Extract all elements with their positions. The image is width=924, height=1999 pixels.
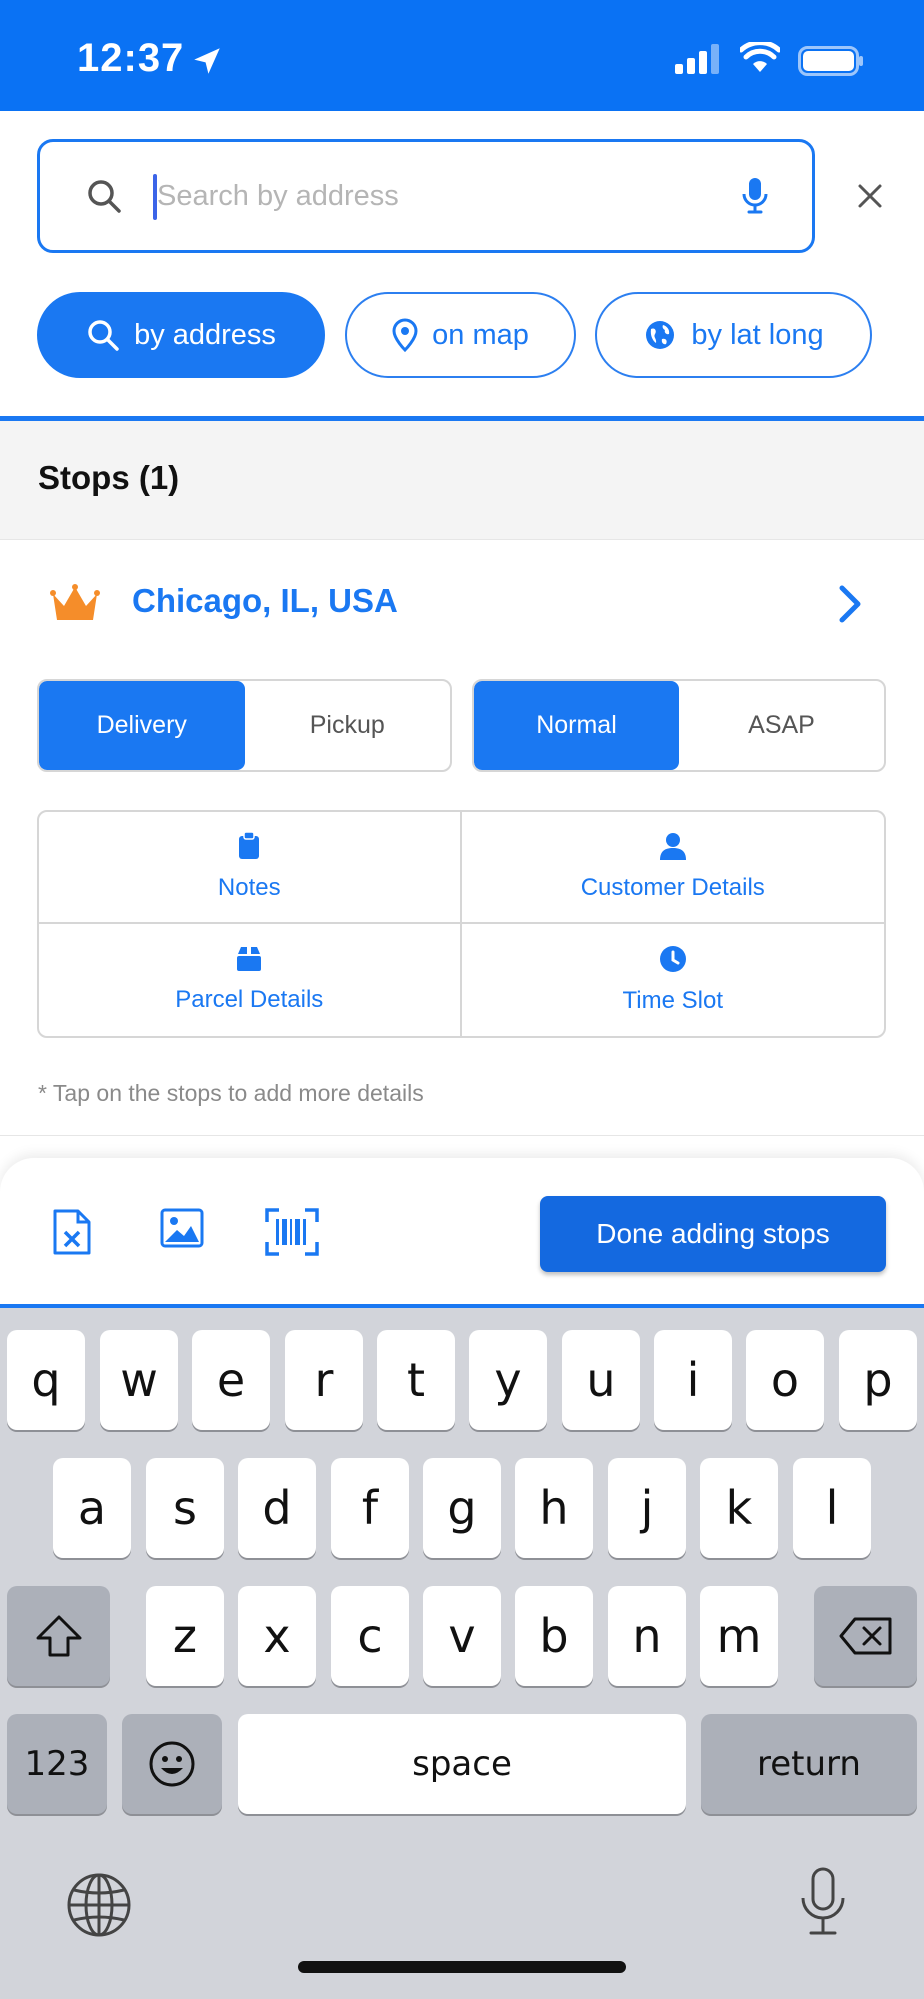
key-v[interactable]: v bbox=[423, 1586, 501, 1686]
key-c[interactable]: c bbox=[331, 1586, 409, 1686]
backspace-icon bbox=[839, 1617, 891, 1655]
clipboard-icon bbox=[239, 832, 260, 859]
key-k[interactable]: k bbox=[700, 1458, 778, 1558]
key-j[interactable]: j bbox=[608, 1458, 686, 1558]
key-z[interactable]: z bbox=[146, 1586, 224, 1686]
excel-file-icon[interactable] bbox=[52, 1208, 92, 1256]
key-f[interactable]: f bbox=[331, 1458, 409, 1558]
stop-type-segment: Delivery Pickup bbox=[37, 679, 452, 772]
person-icon bbox=[659, 833, 686, 860]
barcode-scan-icon[interactable] bbox=[265, 1208, 319, 1256]
return-key[interactable]: return bbox=[701, 1714, 917, 1814]
notes-button[interactable]: Notes bbox=[39, 812, 462, 924]
mode-by-lat-long-button[interactable]: by lat long bbox=[595, 292, 872, 378]
key-l[interactable]: l bbox=[793, 1458, 871, 1558]
box-icon bbox=[237, 947, 262, 971]
key-q[interactable]: q bbox=[7, 1330, 85, 1430]
customer-details-button[interactable]: Customer Details bbox=[461, 812, 884, 924]
mode-label: by address bbox=[134, 318, 276, 351]
divider bbox=[0, 1135, 924, 1136]
emoji-key[interactable] bbox=[122, 1714, 222, 1814]
priority-segment: Normal ASAP bbox=[472, 679, 886, 772]
mode-on-map-button[interactable]: on map bbox=[345, 292, 576, 378]
delivery-option[interactable]: Delivery bbox=[39, 681, 245, 770]
map-pin-icon bbox=[392, 318, 418, 352]
stop-actions-grid: Notes Customer Details Parcel Details Ti… bbox=[37, 810, 886, 1038]
search-box[interactable] bbox=[37, 139, 815, 253]
action-label: Time Slot bbox=[622, 987, 723, 1014]
pickup-option[interactable]: Pickup bbox=[245, 681, 451, 770]
action-label: Parcel Details bbox=[175, 986, 324, 1013]
dictation-microphone-icon[interactable] bbox=[798, 1866, 848, 1938]
key-a[interactable]: a bbox=[53, 1458, 131, 1558]
shift-key[interactable] bbox=[7, 1586, 110, 1686]
normal-option[interactable]: Normal bbox=[474, 681, 679, 770]
battery-icon bbox=[798, 46, 863, 76]
key-d[interactable]: d bbox=[238, 1458, 316, 1558]
search-icon bbox=[88, 320, 119, 351]
key-y[interactable]: y bbox=[469, 1330, 547, 1430]
key-x[interactable]: x bbox=[238, 1586, 316, 1686]
cellular-signal-icon bbox=[675, 44, 719, 74]
chevron-right-icon[interactable] bbox=[836, 584, 864, 624]
stops-hint: * Tap on the stops to add more details bbox=[38, 1080, 424, 1106]
parcel-details-button[interactable]: Parcel Details bbox=[39, 924, 462, 1036]
key-b[interactable]: b bbox=[515, 1586, 593, 1686]
key-p[interactable]: p bbox=[839, 1330, 917, 1430]
key-e[interactable]: e bbox=[192, 1330, 270, 1430]
key-s[interactable]: s bbox=[146, 1458, 224, 1558]
wifi-icon bbox=[740, 42, 780, 72]
key-t[interactable]: t bbox=[377, 1330, 455, 1430]
location-arrow-icon bbox=[194, 48, 220, 74]
key-u[interactable]: u bbox=[562, 1330, 640, 1430]
key-g[interactable]: g bbox=[423, 1458, 501, 1558]
key-o[interactable]: o bbox=[746, 1330, 824, 1430]
clock-icon bbox=[659, 946, 686, 972]
status-time: 12:37 bbox=[77, 36, 185, 80]
numbers-key[interactable]: 123 bbox=[7, 1714, 107, 1814]
bottom-toolbar: Done adding stops bbox=[0, 1158, 924, 1306]
globe-icon bbox=[646, 321, 675, 349]
stops-title: Stops (1) bbox=[38, 459, 180, 496]
home-indicator[interactable] bbox=[298, 1961, 626, 1973]
crown-icon bbox=[50, 584, 100, 620]
stops-header: Stops (1) bbox=[0, 421, 924, 540]
clear-search-button[interactable] bbox=[856, 182, 884, 210]
asap-option[interactable]: ASAP bbox=[679, 681, 884, 770]
key-n[interactable]: n bbox=[608, 1586, 686, 1686]
status-bar: 12:37 bbox=[0, 0, 924, 111]
app-screen: 12:37 Search by address by address on ma… bbox=[0, 0, 924, 1999]
search-input[interactable] bbox=[157, 166, 717, 226]
microphone-icon[interactable] bbox=[740, 176, 770, 216]
key-r[interactable]: r bbox=[285, 1330, 363, 1430]
key-w[interactable]: w bbox=[100, 1330, 178, 1430]
stop-address[interactable]: Chicago, IL, USA bbox=[132, 582, 398, 620]
mode-by-address-button[interactable]: by address bbox=[37, 292, 325, 378]
shift-arrow-icon bbox=[36, 1615, 81, 1657]
key-h[interactable]: h bbox=[515, 1458, 593, 1558]
mode-label: by lat long bbox=[691, 318, 824, 351]
search-icon bbox=[88, 180, 121, 213]
time-slot-button[interactable]: Time Slot bbox=[462, 924, 885, 1036]
image-icon[interactable] bbox=[160, 1208, 204, 1248]
mode-label: on map bbox=[432, 318, 529, 351]
emoji-icon bbox=[149, 1741, 195, 1787]
done-adding-stops-button[interactable]: Done adding stops bbox=[540, 1196, 886, 1272]
key-m[interactable]: m bbox=[700, 1586, 778, 1686]
key-i[interactable]: i bbox=[654, 1330, 732, 1430]
action-label: Notes bbox=[217, 874, 281, 901]
action-label: Customer Details bbox=[580, 874, 765, 901]
space-key[interactable]: space bbox=[238, 1714, 686, 1814]
globe-keyboard-icon[interactable] bbox=[66, 1872, 132, 1938]
backspace-key[interactable] bbox=[814, 1586, 917, 1686]
